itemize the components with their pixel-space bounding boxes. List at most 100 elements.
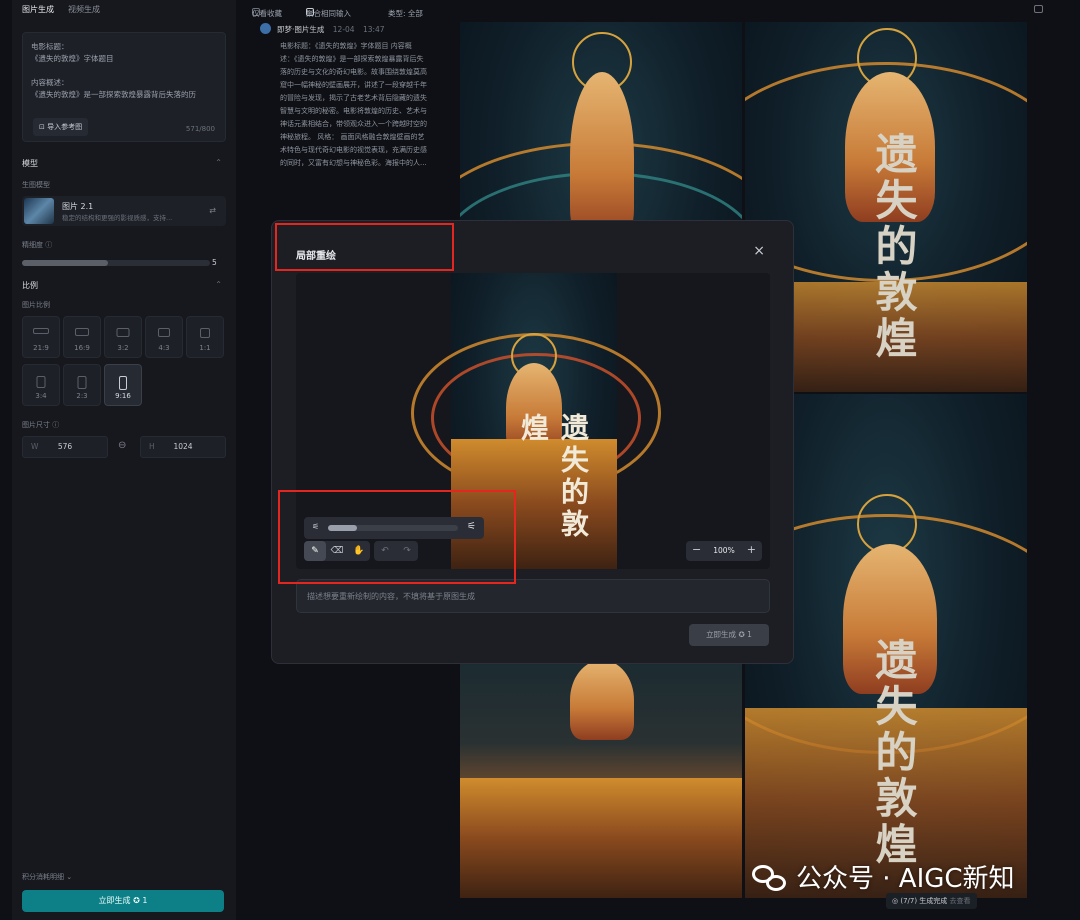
highlight-box-tools: [278, 490, 516, 584]
generate-cost: 1: [142, 896, 148, 905]
ratio-label: 21:9: [33, 344, 49, 352]
model-name: 图片 2.1: [62, 202, 94, 211]
generate-button[interactable]: 立即生成 ✪ 1: [22, 890, 224, 912]
ratio-option[interactable]: 1:1: [186, 316, 224, 358]
ratio-option[interactable]: 4:3: [145, 316, 183, 358]
chevron-down-icon: ⌄: [66, 873, 73, 881]
prompt-textarea[interactable]: 电影标题： 《遗失的敦煌》字体题目 内容概述： 《遗失的敦煌》是一部探索敦煌暴露…: [22, 32, 226, 142]
prompt-line: 电影标题：: [31, 42, 69, 51]
record-text-line: 述：《遗失的敦煌》是一部探索敦煌暴露背后失: [280, 55, 424, 63]
ratio-label: 3:4: [35, 392, 47, 400]
ratio-shape-icon: [77, 376, 87, 389]
points-detail-link[interactable]: 积分消耗明细 ⌄: [22, 872, 72, 882]
fineness-slider[interactable]: [22, 260, 210, 266]
inpaint-modal: 局部重绘 × 遗失的敦煌 ⚟ ⚟ ✎ ⌫ ✋ ↶ ↷ − 100% + 描述想要…: [271, 220, 794, 664]
record-date: 12-04: [332, 25, 355, 34]
tab-image-generation[interactable]: 图片生成: [22, 4, 54, 20]
size-label-text: 图片尺寸: [22, 421, 50, 429]
modal-generate-cost: 1: [747, 630, 752, 639]
record-text-line: 神话元素相结合，带领观众进入一个跨越时空的: [280, 120, 427, 128]
ratio-shape-icon: [36, 376, 46, 388]
ratio-option[interactable]: 21:9: [22, 316, 60, 358]
tab-video-generation[interactable]: 视频生成: [68, 4, 100, 20]
swap-icon[interactable]: ⇄: [209, 206, 216, 215]
info-icon: ⓘ: [45, 241, 53, 249]
ratio-option[interactable]: 16:9: [63, 316, 101, 358]
view-link[interactable]: 去查看: [950, 897, 971, 905]
poster-title: 遗失的敦煌: [869, 638, 918, 868]
prompt-line: 《遗失的敦煌》字体题目: [31, 54, 114, 63]
import-reference-label: 导入参考图: [47, 123, 83, 131]
modal-generate-button[interactable]: 立即生成 ✪ 1: [689, 624, 769, 646]
width-field[interactable]: W 576: [22, 436, 108, 458]
fineness-value: 5: [212, 258, 217, 267]
link-icon[interactable]: ⊖: [118, 440, 126, 451]
ratio-shape-icon: [33, 328, 49, 334]
generate-label: 立即生成: [98, 896, 131, 905]
record-time: 13:47: [362, 25, 385, 34]
filter-bar: 仅看收藏 聚合相同输入 类型: 全部 ⌄: [248, 0, 1068, 18]
desert-dunes: [460, 778, 742, 898]
generation-tabs: 图片生成 视频生成: [12, 0, 236, 20]
ratio-label: 16:9: [74, 344, 90, 352]
ratio-label: 2:3: [76, 392, 88, 400]
model-label: 生图模型: [22, 181, 50, 189]
height-field[interactable]: H 1024: [140, 436, 226, 458]
close-icon[interactable]: ×: [753, 243, 765, 259]
ratio-shape-icon: [158, 328, 170, 337]
ratio-shape-icon: [119, 376, 127, 390]
import-reference-button[interactable]: ⊡ 导入参考图: [33, 118, 89, 136]
width-value: 576: [57, 442, 73, 451]
zoom-in-icon[interactable]: +: [747, 543, 756, 556]
left-panel: 图片生成 视频生成 电影标题： 《遗失的敦煌》字体题目 内容概述： 《遗失的敦煌…: [12, 0, 236, 920]
model-description: 稳定的结构和更强的影视质感，支持...: [62, 214, 173, 222]
ratio-label: 9:16: [115, 392, 131, 400]
apsara-figure: [570, 660, 634, 740]
image-icon: ⊡: [39, 123, 48, 131]
chevron-up-icon[interactable]: ⌃: [215, 158, 222, 167]
dreamina-logo-icon: [260, 23, 271, 34]
watermark-text: 公众号 · AIGC新知: [796, 864, 1015, 894]
record-text-line: 神秘旅程。 风格： 画面风格融合敦煌壁画的艺: [280, 133, 425, 141]
size-label: 图片尺寸 ⓘ: [22, 420, 59, 430]
app-root: 图片生成 视频生成 电影标题： 《遗失的敦煌》字体题目 内容概述： 《遗失的敦煌…: [0, 0, 1080, 920]
prompt-line: 内容概述：: [31, 78, 69, 87]
poster-title: 遗失的敦煌: [517, 413, 590, 541]
record-prompt-text: 电影标题：《遗失的敦煌》字体题目 内容概述：《遗失的敦煌》是一部探索敦煌暴露背后…: [280, 40, 450, 170]
record-text-line: 电影标题：《遗失的敦煌》字体题目 内容概: [280, 42, 412, 50]
status-text: (7/7) 生成完成: [900, 897, 948, 905]
record-text-line: 的冒险与发现，揭示了古老艺术背后隐藏的遗失: [280, 94, 427, 102]
points-detail-label: 积分消耗明细: [22, 873, 64, 881]
chevron-up-icon[interactable]: ⌃: [215, 280, 222, 289]
watermark: 公众号 · AIGC新知: [752, 858, 1015, 895]
char-counter: 571/800: [185, 125, 215, 133]
model-section-title: 模型: [22, 159, 38, 168]
modal-generate-label: 立即生成: [706, 630, 737, 639]
apsara-figure: [570, 72, 634, 242]
record-text-line: 的同时，又富有幻想与神秘色彩。海报中的人...: [280, 159, 427, 167]
points-icon: ✪: [738, 630, 745, 639]
ratio-shape-icon: [116, 328, 130, 337]
ratio-option[interactable]: 9:16: [104, 364, 142, 406]
ratio-shape-icon: [200, 328, 210, 338]
redraw-prompt-input[interactable]: [296, 579, 770, 613]
generated-image-3[interactable]: [460, 660, 742, 898]
zoom-control: − 100% +: [686, 541, 762, 561]
ratio-section-title: 比例: [22, 281, 38, 290]
model-selector[interactable]: 图片 2.1 稳定的结构和更强的影视质感，支持... ⇄: [22, 196, 226, 226]
ratio-option[interactable]: 2:3: [63, 364, 101, 406]
prompt-line: 《遗失的敦煌》是一部探索敦煌暴露背后失落的历: [31, 90, 196, 99]
points-icon: ✪: [133, 896, 140, 905]
ratio-option[interactable]: 3:4: [22, 364, 60, 406]
highlight-box-title: [275, 223, 454, 271]
fineness-label-text: 精细度: [22, 241, 43, 249]
height-value: 1024: [173, 442, 193, 451]
record-text-line: 窟中一幅神秘的壁画展开，讲述了一段穿越千年: [280, 81, 427, 89]
ratio-label: 1:1: [199, 344, 211, 352]
folder-icon[interactable]: [1034, 5, 1043, 13]
generation-status[interactable]: ◎ (7/7) 生成完成 去查看: [886, 893, 977, 909]
record-text-line: 落的历史与文化的奇幻电影。故事围绕敦煌莫高: [280, 68, 427, 76]
info-icon: ⓘ: [52, 421, 60, 429]
ratio-option[interactable]: 3:2: [104, 316, 142, 358]
record-source: 即梦·图片生成: [277, 25, 325, 34]
